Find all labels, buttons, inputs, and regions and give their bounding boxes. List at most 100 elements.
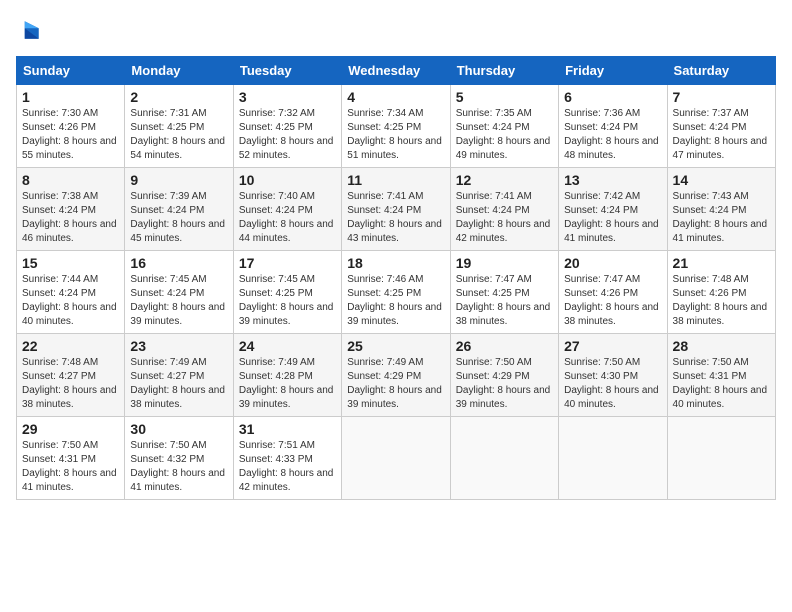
logo-icon — [16, 16, 44, 44]
calendar-cell: 11 Sunrise: 7:41 AMSunset: 4:24 PMDaylig… — [342, 168, 450, 251]
calendar-cell: 30 Sunrise: 7:50 AMSunset: 4:32 PMDaylig… — [125, 417, 233, 500]
calendar-week-row: 15 Sunrise: 7:44 AMSunset: 4:24 PMDaylig… — [17, 251, 776, 334]
day-info: Sunrise: 7:42 AMSunset: 4:24 PMDaylight:… — [564, 191, 659, 244]
day-info: Sunrise: 7:48 AMSunset: 4:26 PMDaylight:… — [673, 274, 768, 327]
day-number: 17 — [239, 255, 336, 271]
day-info: Sunrise: 7:49 AMSunset: 4:27 PMDaylight:… — [130, 357, 225, 410]
calendar-cell: 24 Sunrise: 7:49 AMSunset: 4:28 PMDaylig… — [233, 334, 341, 417]
calendar-cell: 7 Sunrise: 7:37 AMSunset: 4:24 PMDayligh… — [667, 85, 775, 168]
day-info: Sunrise: 7:47 AMSunset: 4:25 PMDaylight:… — [456, 274, 551, 327]
day-info: Sunrise: 7:45 AMSunset: 4:25 PMDaylight:… — [239, 274, 334, 327]
calendar-cell: 3 Sunrise: 7:32 AMSunset: 4:25 PMDayligh… — [233, 85, 341, 168]
calendar-cell — [342, 417, 450, 500]
calendar-day-header: Monday — [125, 57, 233, 85]
day-number: 12 — [456, 172, 553, 188]
calendar-cell: 9 Sunrise: 7:39 AMSunset: 4:24 PMDayligh… — [125, 168, 233, 251]
day-number: 25 — [347, 338, 444, 354]
calendar-cell: 26 Sunrise: 7:50 AMSunset: 4:29 PMDaylig… — [450, 334, 558, 417]
calendar-cell: 15 Sunrise: 7:44 AMSunset: 4:24 PMDaylig… — [17, 251, 125, 334]
calendar-table: SundayMondayTuesdayWednesdayThursdayFrid… — [16, 56, 776, 500]
calendar-cell: 17 Sunrise: 7:45 AMSunset: 4:25 PMDaylig… — [233, 251, 341, 334]
day-number: 1 — [22, 89, 119, 105]
calendar-week-row: 29 Sunrise: 7:50 AMSunset: 4:31 PMDaylig… — [17, 417, 776, 500]
calendar-cell: 28 Sunrise: 7:50 AMSunset: 4:31 PMDaylig… — [667, 334, 775, 417]
calendar-week-row: 22 Sunrise: 7:48 AMSunset: 4:27 PMDaylig… — [17, 334, 776, 417]
day-number: 31 — [239, 421, 336, 437]
calendar-day-header: Tuesday — [233, 57, 341, 85]
calendar-cell: 6 Sunrise: 7:36 AMSunset: 4:24 PMDayligh… — [559, 85, 667, 168]
calendar-cell: 4 Sunrise: 7:34 AMSunset: 4:25 PMDayligh… — [342, 85, 450, 168]
calendar-cell: 14 Sunrise: 7:43 AMSunset: 4:24 PMDaylig… — [667, 168, 775, 251]
day-number: 27 — [564, 338, 661, 354]
day-number: 20 — [564, 255, 661, 271]
calendar-cell — [450, 417, 558, 500]
calendar-cell: 27 Sunrise: 7:50 AMSunset: 4:30 PMDaylig… — [559, 334, 667, 417]
calendar-cell: 23 Sunrise: 7:49 AMSunset: 4:27 PMDaylig… — [125, 334, 233, 417]
day-number: 26 — [456, 338, 553, 354]
day-number: 19 — [456, 255, 553, 271]
day-info: Sunrise: 7:32 AMSunset: 4:25 PMDaylight:… — [239, 108, 334, 161]
day-number: 9 — [130, 172, 227, 188]
day-info: Sunrise: 7:50 AMSunset: 4:30 PMDaylight:… — [564, 357, 659, 410]
day-number: 18 — [347, 255, 444, 271]
calendar-day-header: Friday — [559, 57, 667, 85]
day-info: Sunrise: 7:39 AMSunset: 4:24 PMDaylight:… — [130, 191, 225, 244]
calendar-cell: 2 Sunrise: 7:31 AMSunset: 4:25 PMDayligh… — [125, 85, 233, 168]
calendar-cell: 13 Sunrise: 7:42 AMSunset: 4:24 PMDaylig… — [559, 168, 667, 251]
day-number: 15 — [22, 255, 119, 271]
day-info: Sunrise: 7:41 AMSunset: 4:24 PMDaylight:… — [456, 191, 551, 244]
calendar-cell: 29 Sunrise: 7:50 AMSunset: 4:31 PMDaylig… — [17, 417, 125, 500]
day-info: Sunrise: 7:40 AMSunset: 4:24 PMDaylight:… — [239, 191, 334, 244]
day-info: Sunrise: 7:47 AMSunset: 4:26 PMDaylight:… — [564, 274, 659, 327]
page-header — [16, 16, 776, 44]
calendar-day-header: Saturday — [667, 57, 775, 85]
calendar-cell — [667, 417, 775, 500]
calendar-cell: 22 Sunrise: 7:48 AMSunset: 4:27 PMDaylig… — [17, 334, 125, 417]
day-number: 28 — [673, 338, 770, 354]
day-number: 5 — [456, 89, 553, 105]
calendar-cell: 25 Sunrise: 7:49 AMSunset: 4:29 PMDaylig… — [342, 334, 450, 417]
day-number: 7 — [673, 89, 770, 105]
calendar-cell: 31 Sunrise: 7:51 AMSunset: 4:33 PMDaylig… — [233, 417, 341, 500]
calendar-day-header: Wednesday — [342, 57, 450, 85]
day-info: Sunrise: 7:49 AMSunset: 4:29 PMDaylight:… — [347, 357, 442, 410]
day-number: 21 — [673, 255, 770, 271]
calendar-cell: 10 Sunrise: 7:40 AMSunset: 4:24 PMDaylig… — [233, 168, 341, 251]
day-number: 14 — [673, 172, 770, 188]
day-info: Sunrise: 7:45 AMSunset: 4:24 PMDaylight:… — [130, 274, 225, 327]
calendar-week-row: 1 Sunrise: 7:30 AMSunset: 4:26 PMDayligh… — [17, 85, 776, 168]
calendar-cell: 1 Sunrise: 7:30 AMSunset: 4:26 PMDayligh… — [17, 85, 125, 168]
calendar-cell: 18 Sunrise: 7:46 AMSunset: 4:25 PMDaylig… — [342, 251, 450, 334]
calendar-cell: 16 Sunrise: 7:45 AMSunset: 4:24 PMDaylig… — [125, 251, 233, 334]
day-number: 24 — [239, 338, 336, 354]
day-info: Sunrise: 7:38 AMSunset: 4:24 PMDaylight:… — [22, 191, 117, 244]
day-info: Sunrise: 7:44 AMSunset: 4:24 PMDaylight:… — [22, 274, 117, 327]
calendar-header-row: SundayMondayTuesdayWednesdayThursdayFrid… — [17, 57, 776, 85]
day-number: 8 — [22, 172, 119, 188]
calendar-day-header: Thursday — [450, 57, 558, 85]
day-number: 23 — [130, 338, 227, 354]
day-info: Sunrise: 7:50 AMSunset: 4:29 PMDaylight:… — [456, 357, 551, 410]
day-number: 2 — [130, 89, 227, 105]
day-info: Sunrise: 7:31 AMSunset: 4:25 PMDaylight:… — [130, 108, 225, 161]
day-info: Sunrise: 7:37 AMSunset: 4:24 PMDaylight:… — [673, 108, 768, 161]
day-number: 13 — [564, 172, 661, 188]
calendar-cell: 5 Sunrise: 7:35 AMSunset: 4:24 PMDayligh… — [450, 85, 558, 168]
day-info: Sunrise: 7:50 AMSunset: 4:31 PMDaylight:… — [22, 440, 117, 493]
day-number: 4 — [347, 89, 444, 105]
day-info: Sunrise: 7:51 AMSunset: 4:33 PMDaylight:… — [239, 440, 334, 493]
day-number: 22 — [22, 338, 119, 354]
day-info: Sunrise: 7:50 AMSunset: 4:31 PMDaylight:… — [673, 357, 768, 410]
day-info: Sunrise: 7:46 AMSunset: 4:25 PMDaylight:… — [347, 274, 442, 327]
day-info: Sunrise: 7:49 AMSunset: 4:28 PMDaylight:… — [239, 357, 334, 410]
day-info: Sunrise: 7:36 AMSunset: 4:24 PMDaylight:… — [564, 108, 659, 161]
calendar-day-header: Sunday — [17, 57, 125, 85]
day-info: Sunrise: 7:30 AMSunset: 4:26 PMDaylight:… — [22, 108, 117, 161]
calendar-cell — [559, 417, 667, 500]
day-number: 10 — [239, 172, 336, 188]
day-number: 3 — [239, 89, 336, 105]
logo[interactable] — [16, 16, 48, 44]
day-info: Sunrise: 7:48 AMSunset: 4:27 PMDaylight:… — [22, 357, 117, 410]
day-number: 11 — [347, 172, 444, 188]
day-info: Sunrise: 7:41 AMSunset: 4:24 PMDaylight:… — [347, 191, 442, 244]
